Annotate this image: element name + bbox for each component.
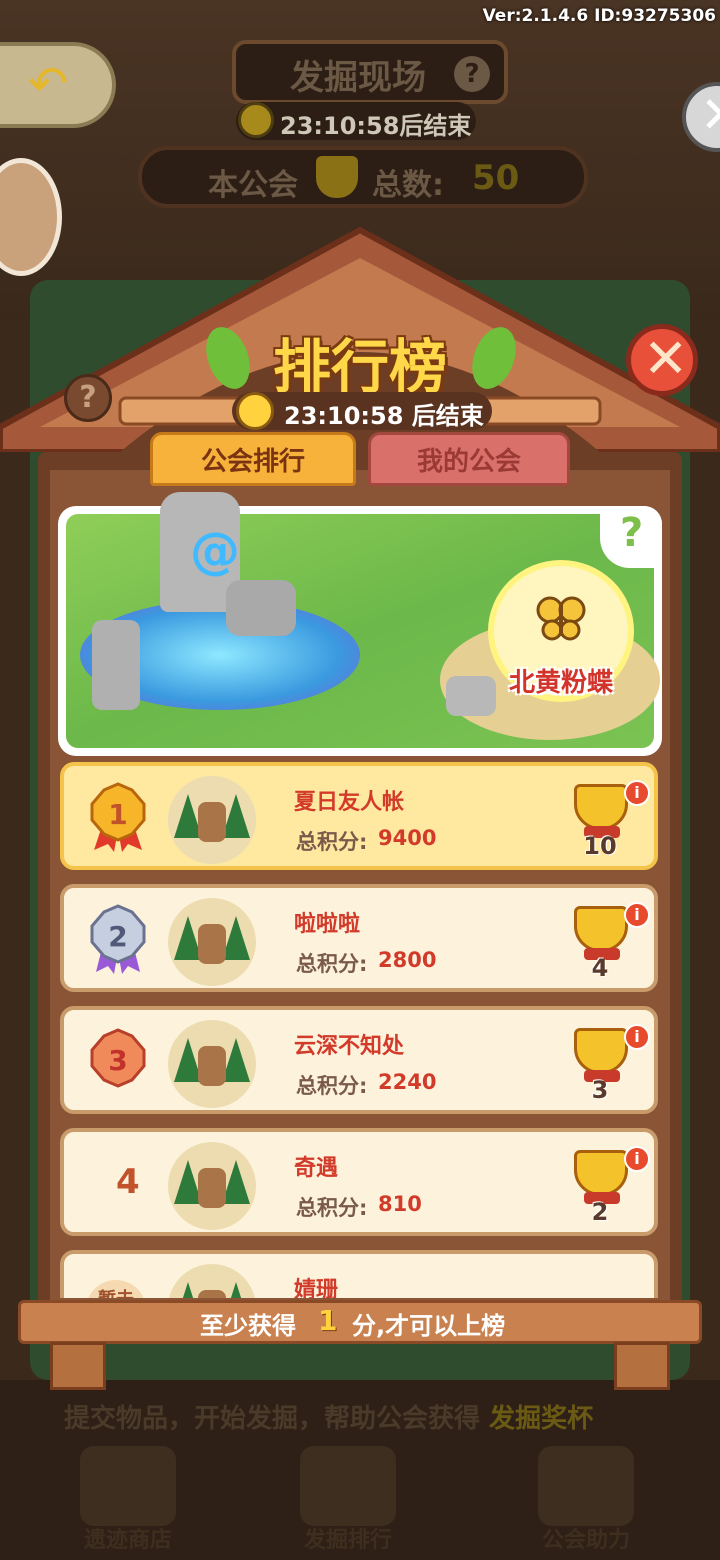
score-value: 2240 <box>378 1070 437 1094</box>
clock-icon <box>238 102 274 138</box>
trophy-icon[interactable] <box>574 1028 628 1074</box>
ranking-row[interactable]: 4 奇遇 总积分: 810 i 2 <box>60 1128 658 1236</box>
guild-avatar <box>168 1142 256 1230</box>
guild-name: 云深不知处 <box>294 1034 405 1059</box>
trophy-icon[interactable] <box>574 906 628 952</box>
ranking-timer: 23:10:58 后结束 <box>232 392 492 430</box>
nav-guild-help[interactable]: 公会助力 <box>516 1440 656 1560</box>
nav-label: 发掘排行 <box>303 1528 392 1553</box>
back-arrow-icon: ↶ <box>28 56 69 112</box>
info-icon[interactable]: i <box>624 1146 650 1172</box>
guild-name: 夏日友人帐 <box>294 790 405 815</box>
unranked-badge: 暂未 <box>86 1280 146 1298</box>
guild-name: 婧珊 <box>294 1278 339 1298</box>
ranking-row[interactable]: 2 啦啦啦 总积分: 2800 i 4 <box>60 884 658 992</box>
dig-hint: 提交物品，开始发掘，帮助公会获得 发掘奖杯 <box>64 1398 593 1435</box>
ranking-row[interactable]: 暂未 婧珊 <box>60 1250 658 1298</box>
score-label: 总积分: <box>296 952 368 976</box>
guild-avatar <box>168 898 256 986</box>
shelf-leg <box>50 1342 106 1390</box>
ranking-row[interactable]: 1 夏日友人帐 总积分: 9400 i 10 <box>60 762 658 870</box>
silver-medal-icon: 2 <box>90 904 146 974</box>
info-icon[interactable]: i <box>624 780 650 806</box>
shelf-leg <box>614 1342 670 1390</box>
dig-hint-text: 提交物品，开始发掘，帮助公会获得 <box>64 1404 481 1434</box>
rock <box>226 580 296 636</box>
tab-guild-ranking[interactable]: 公会排行 <box>150 432 356 486</box>
dig-hint-highlight: 发掘奖杯 <box>489 1404 594 1434</box>
ranking-timer-text: 23:10:58 后结束 <box>284 402 484 430</box>
rock <box>446 676 496 716</box>
guild-total-label: 本公会 <box>208 168 298 203</box>
butterfly-name: 北黄粉蝶 <box>508 668 613 698</box>
guild-avatar <box>168 1020 256 1108</box>
score-value: 9400 <box>378 826 437 850</box>
guild-avatar <box>168 1264 256 1298</box>
close-icon: ✕ <box>700 86 720 144</box>
nav-relic-shop[interactable]: 遗迹商店 <box>58 1440 198 1560</box>
clock-icon <box>236 392 274 430</box>
footer-min-points: 1 <box>318 1304 338 1337</box>
guild-avatar <box>168 776 256 864</box>
butterfly-icon <box>536 596 586 641</box>
guild-help-icon <box>538 1446 634 1526</box>
dig-site-help-icon[interactable]: ? <box>454 56 490 92</box>
score-value: 2800 <box>378 948 437 972</box>
ranking-help-icon[interactable]: ? <box>64 374 112 422</box>
footer-text-after: 分,才可以上榜 <box>352 1312 506 1340</box>
dig-site-timer: 23:10:58后结束 <box>236 102 476 140</box>
guild-total-value: 50 <box>472 158 520 198</box>
banner-help-button[interactable]: ? <box>600 506 662 568</box>
guild-name: 啦啦啦 <box>294 912 361 937</box>
tab-my-guild[interactable]: 我的公会 <box>368 432 570 486</box>
trophy-count: 4 <box>591 954 609 982</box>
score-label: 总积分: <box>296 1196 368 1220</box>
guild-total-bar: 本公会 总数: 50 <box>138 146 588 208</box>
info-icon[interactable]: i <box>624 1024 650 1050</box>
question-icon: ? <box>620 510 644 556</box>
svg-text:2: 2 <box>108 920 127 953</box>
svg-text:1: 1 <box>108 798 127 831</box>
shop-icon <box>80 1446 176 1526</box>
ranking-list[interactable]: 1 夏日友人帐 总积分: 9400 i 10 2 啦啦啦 总积分: 2800 i… <box>58 762 662 1298</box>
dig-site-timer-text: 23:10:58后结束 <box>280 112 472 140</box>
dig-site-title: 发掘现场 <box>290 58 426 98</box>
nav-label: 公会助力 <box>541 1528 630 1553</box>
rank-number: 4 <box>116 1162 140 1202</box>
bronze-medal-icon: 3 <box>90 1028 146 1088</box>
score-label: 总积分: <box>296 1074 368 1098</box>
info-icon[interactable]: i <box>624 902 650 928</box>
score-label: 总积分: <box>296 830 368 854</box>
svg-text:3: 3 <box>108 1044 127 1077</box>
rune-spiral-icon: @ <box>190 522 240 580</box>
nav-label: 遗迹商店 <box>83 1528 172 1553</box>
trophy-icon <box>316 156 358 198</box>
trophy-icon[interactable] <box>574 1150 628 1196</box>
ranking-close-button[interactable]: ✕ <box>626 324 698 396</box>
gold-medal-icon: 1 <box>90 782 146 852</box>
close-icon: ✕ <box>643 327 689 390</box>
ranking-row[interactable]: 3 云深不知处 总积分: 2240 i 3 <box>60 1006 658 1114</box>
back-button[interactable]: ↶ <box>0 42 116 128</box>
trophy-count: 3 <box>591 1076 609 1104</box>
trophy-count: 10 <box>583 832 617 860</box>
trophy-count: 2 <box>591 1198 609 1226</box>
guild-total-count-label: 总数: <box>372 168 444 203</box>
guild-name: 奇遇 <box>294 1156 339 1181</box>
footer-text-before: 至少获得 <box>200 1312 296 1340</box>
trophy-icon <box>300 1446 396 1526</box>
trophy-icon[interactable] <box>574 784 628 830</box>
version-label: Ver:2.1.4.6 ID:93275306 <box>482 6 716 26</box>
score-value: 810 <box>378 1192 422 1216</box>
nav-dig-ranking[interactable]: 发掘排行 <box>278 1440 418 1560</box>
rock <box>92 620 140 710</box>
